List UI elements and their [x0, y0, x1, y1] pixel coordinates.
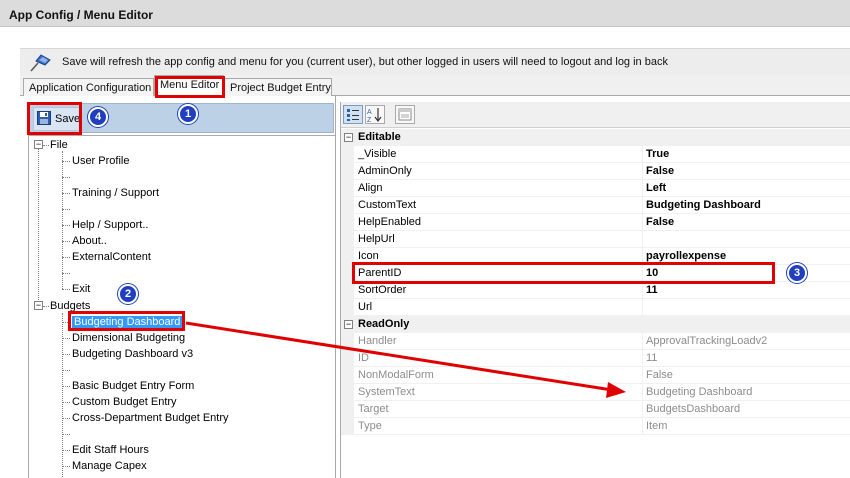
annotation-badge-3: 3 [787, 263, 807, 283]
annotation-badge-1: 1 [178, 104, 198, 124]
annotation-badge-4: 4 [88, 107, 108, 127]
annotation-badge-2: 2 [118, 284, 138, 304]
annotation-arrow [185, 321, 626, 398]
